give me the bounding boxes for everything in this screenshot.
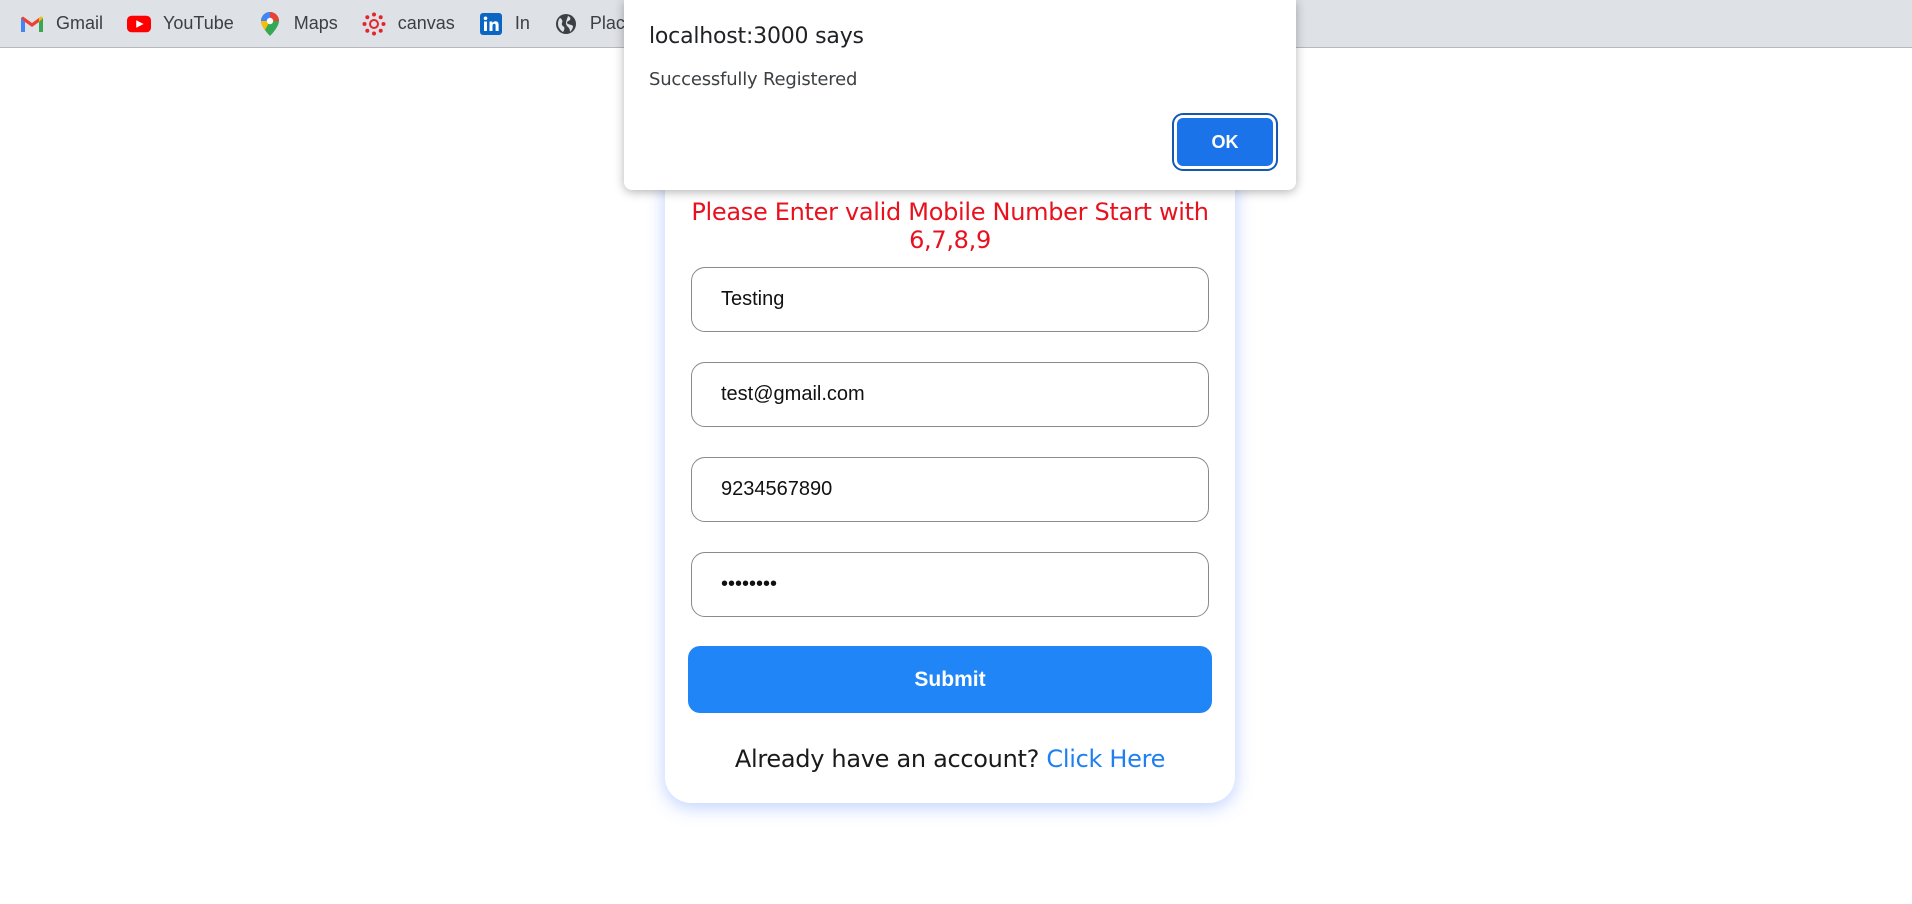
bookmark-maps[interactable]: Maps [258, 0, 338, 48]
ok-button[interactable]: OK [1177, 118, 1273, 166]
youtube-icon [127, 12, 152, 36]
dialog-message: Successfully Registered [649, 69, 858, 90]
bookmark-gmail[interactable]: Gmail [20, 0, 103, 48]
bookmark-canvas[interactable]: canvas [362, 0, 455, 48]
password-field[interactable] [691, 552, 1209, 617]
mobile-error-message: Please Enter valid Mobile Number Start w… [691, 198, 1209, 254]
bookmark-label: Gmail [56, 13, 104, 33]
maps-icon [258, 11, 282, 36]
alert-dialog: localhost:3000 says Successfully Registe… [624, 0, 1296, 190]
mobile-field[interactable] [691, 457, 1209, 522]
linkedin-icon [479, 12, 503, 36]
bookmark-linkedin[interactable]: In [479, 0, 530, 48]
submit-button[interactable]: Submit [688, 646, 1212, 713]
bookmark-label: In [514, 13, 530, 33]
globe-icon [554, 12, 578, 36]
dialog-title: localhost:3000 says [649, 24, 864, 49]
login-prompt-text: Already have an account? [734, 745, 1040, 773]
bookmark-youtube[interactable]: YouTube [127, 0, 234, 48]
bookmark-label: canvas [397, 13, 455, 33]
login-link[interactable]: Click Here [1046, 745, 1165, 773]
login-prompt-line: Already have an account? Click Here [665, 745, 1235, 773]
bookmark-label: YouTube [163, 13, 234, 33]
name-field[interactable] [691, 267, 1209, 332]
canvas-icon [362, 12, 386, 36]
email-field[interactable] [691, 362, 1209, 427]
gmail-icon [20, 12, 44, 36]
bookmark-label: Maps [293, 13, 338, 33]
registration-card: Please Enter valid Mobile Number Start w… [665, 160, 1235, 803]
